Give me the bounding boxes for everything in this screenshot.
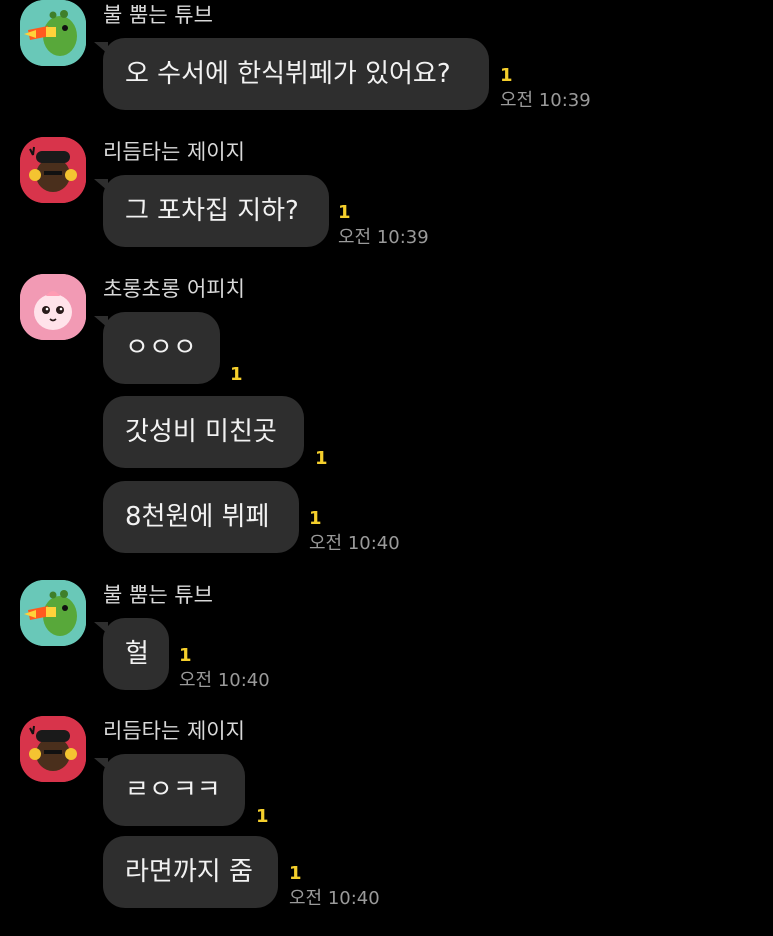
message-text: ㄹㅇㅋㅋ	[125, 775, 221, 805]
message-bubble[interactable]: ㄹㅇㅋㅋ	[94, 754, 245, 826]
message-time: 오전 10:40	[179, 670, 270, 691]
unread-count: 1	[230, 364, 243, 385]
unread-count: 1	[315, 448, 328, 469]
jay-g-headphones-icon[interactable]	[20, 137, 86, 203]
unread-count: 1	[338, 202, 351, 223]
sender-name: 리듬타는 제이지	[103, 140, 245, 164]
message-time: 오전 10:39	[338, 227, 429, 248]
apeach-sparkly-eyes-icon[interactable]	[20, 274, 86, 340]
message-text: 라면까지 줌	[125, 857, 253, 887]
message-text: 헐	[125, 639, 149, 669]
message-text: 갓성비 미친곳	[125, 417, 277, 447]
chat-message-list[interactable]: 불 뿜는 튜브 오 수서에 한식뷔페가 있어요? 1 오전 10:39 리듬타는…	[0, 0, 773, 936]
bubble-tail	[94, 758, 108, 770]
tube-fire-breathing-icon[interactable]	[20, 0, 86, 66]
message-bubble[interactable]: 오 수서에 한식뷔페가 있어요?	[94, 38, 489, 110]
bubble-tail	[94, 622, 108, 634]
message-time: 오전 10:39	[500, 90, 591, 111]
tube-fire-breathing-icon[interactable]	[20, 580, 86, 646]
message-text: ㅇㅇㅇ	[125, 333, 197, 363]
message-text: 오 수서에 한식뷔페가 있어요?	[125, 59, 451, 89]
sender-name: 리듬타는 제이지	[103, 719, 245, 743]
sender-name: 불 뿜는 튜브	[103, 3, 213, 27]
message-bubble[interactable]: 그 포차집 지하?	[94, 175, 329, 247]
message-bubble[interactable]: 8천원에 뷔페	[103, 481, 299, 553]
unread-count: 1	[256, 806, 269, 827]
message-bubble[interactable]: ㅇㅇㅇ	[94, 312, 220, 384]
message-time: 오전 10:40	[289, 888, 380, 909]
message-bubble[interactable]: 갓성비 미친곳	[103, 396, 304, 468]
bubble-tail	[94, 316, 108, 328]
unread-count: 1	[179, 645, 192, 666]
unread-count: 1	[289, 863, 302, 884]
bubble-tail	[94, 42, 108, 54]
bubble-tail	[94, 179, 108, 191]
message-time: 오전 10:40	[309, 533, 400, 554]
sender-name: 초롱초롱 어피치	[103, 277, 245, 301]
message-text: 8천원에 뷔페	[125, 502, 270, 532]
unread-count: 1	[500, 65, 513, 86]
message-bubble[interactable]: 헐	[94, 618, 169, 690]
message-text: 그 포차집 지하?	[125, 196, 299, 226]
unread-count: 1	[309, 508, 322, 529]
sender-name: 불 뿜는 튜브	[103, 583, 213, 607]
message-bubble[interactable]: 라면까지 줌	[103, 836, 278, 908]
jay-g-headphones-icon[interactable]	[20, 716, 86, 782]
